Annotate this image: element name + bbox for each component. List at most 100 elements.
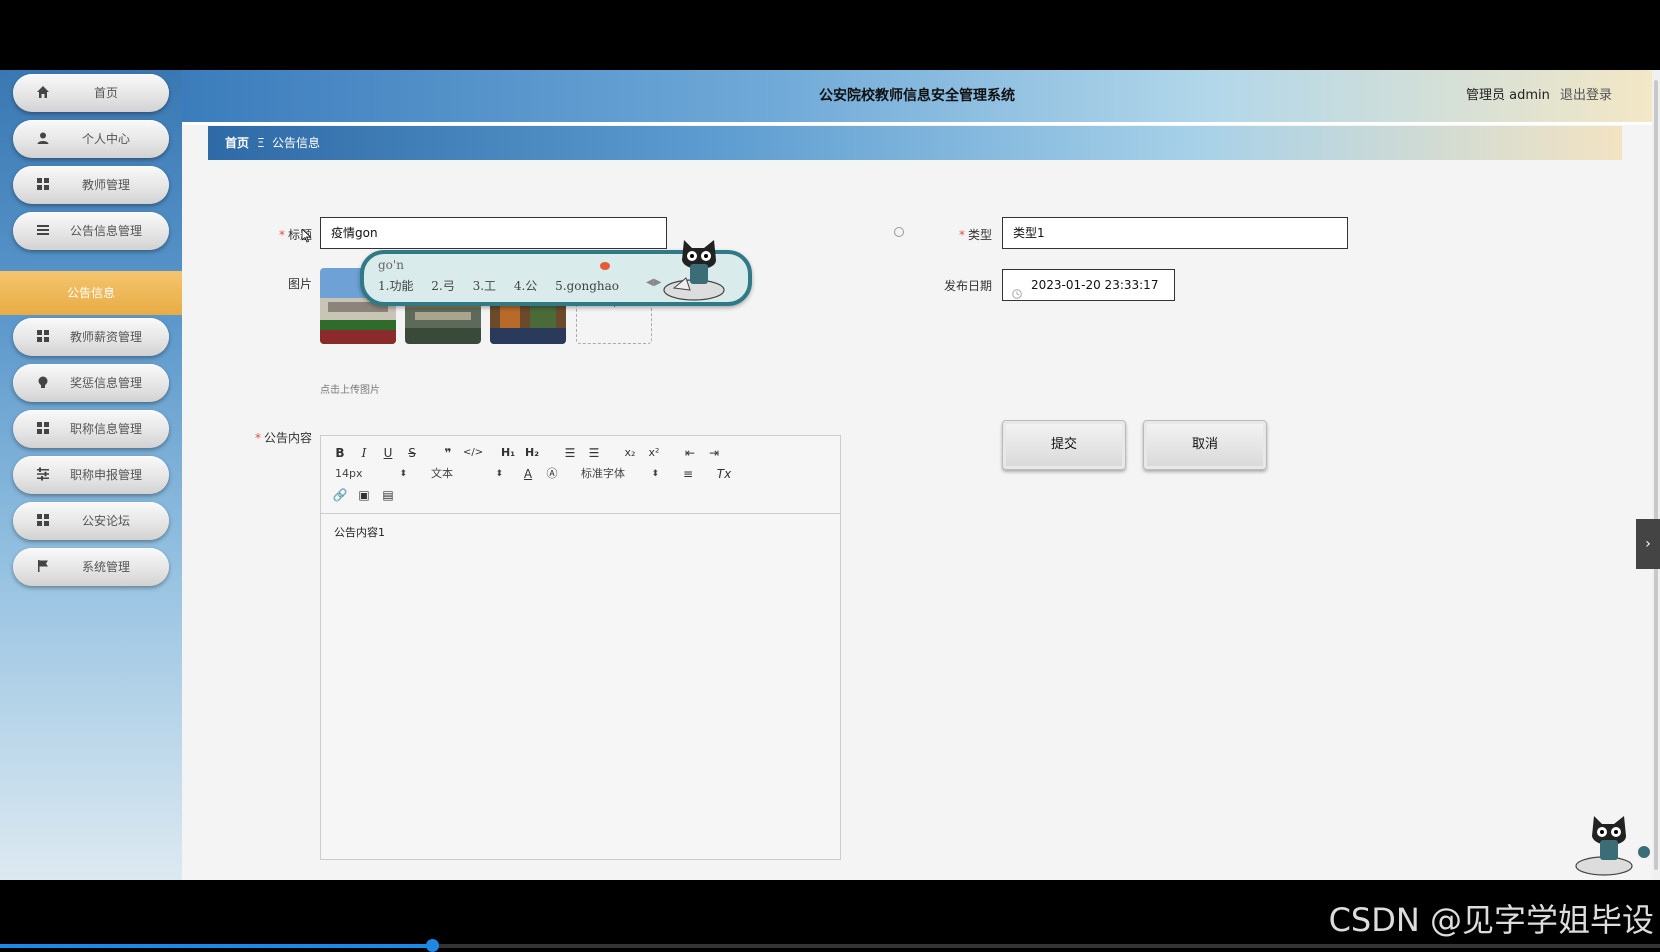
- sidebar-item-reward-management[interactable]: 奖惩信息管理: [13, 364, 169, 402]
- logout-link[interactable]: 退出登录: [1560, 88, 1612, 103]
- ime-candidate[interactable]: 3.工: [473, 279, 496, 293]
- link-icon[interactable]: 🔗: [331, 487, 349, 503]
- ime-candidate[interactable]: 4.公: [514, 279, 537, 293]
- video-progress-fill: [0, 944, 432, 948]
- ime-candidate[interactable]: 1.功能: [378, 279, 413, 293]
- sidebar-item-personal-center[interactable]: 个人中心: [13, 120, 169, 158]
- blockquote-icon[interactable]: ❞: [439, 445, 457, 461]
- title-input[interactable]: 疫情gon: [320, 217, 667, 249]
- date-label: 发布日期: [943, 279, 992, 293]
- sidebar-subitem-notice-info[interactable]: 公告信息: [0, 271, 182, 315]
- scrollbar-thumb[interactable]: [1654, 80, 1658, 870]
- italic-icon[interactable]: I: [355, 445, 373, 461]
- outdent-icon[interactable]: ⇤: [681, 445, 699, 461]
- sidebar-item-label: 教师薪资管理: [69, 330, 142, 344]
- header-divider: [182, 122, 1652, 125]
- radio-indicator-icon: [894, 227, 904, 237]
- indent-icon[interactable]: ⇥: [705, 445, 723, 461]
- home-icon: [35, 85, 51, 101]
- date-value: 2023-01-20 23:33:17: [1031, 278, 1159, 292]
- heading1-icon[interactable]: H₁: [499, 445, 517, 461]
- bold-icon[interactable]: B: [331, 445, 349, 461]
- type-label: * 类型: [958, 228, 992, 242]
- block-type-select[interactable]: 文本 ⬍: [431, 466, 503, 482]
- code-icon[interactable]: </>: [463, 445, 483, 461]
- background-color-icon[interactable]: Ⓐ: [543, 466, 561, 482]
- current-user: 管理员 admin: [1465, 88, 1550, 103]
- date-picker-input[interactable]: 2023-01-20 23:33:17: [1002, 269, 1175, 301]
- cancel-button[interactable]: 取消: [1143, 420, 1267, 470]
- app-window: 首页 个人中心 教师管理 公告信息管理 公告信息 教师薪资管理 奖惩信息管理 职…: [0, 70, 1660, 880]
- sidebar-item-system-management[interactable]: 系统管理: [13, 548, 169, 586]
- select-arrows-icon: ⬍: [495, 469, 503, 479]
- cat-mascot-icon: [656, 238, 746, 308]
- font-color-icon[interactable]: A: [519, 466, 537, 482]
- sliders-icon: [35, 467, 51, 483]
- top-header: 公安院校教师信息安全管理系统 管理员 admin 退出登录: [182, 70, 1652, 122]
- underline-icon[interactable]: U: [379, 445, 397, 461]
- system-title: 公安院校教师信息安全管理系统: [819, 88, 1015, 104]
- submit-button[interactable]: 提交: [1002, 420, 1126, 470]
- content-label: * 公告内容: [254, 431, 312, 445]
- subscript-icon[interactable]: x₂: [621, 445, 639, 461]
- superscript-icon[interactable]: x²: [645, 445, 663, 461]
- grid-icon: [35, 329, 51, 345]
- breadcrumb-home[interactable]: 首页: [225, 126, 249, 160]
- sidebar-item-home[interactable]: 首页: [13, 74, 169, 112]
- ime-composition: go'n: [378, 258, 404, 272]
- clear-format-icon[interactable]: Tx: [715, 466, 733, 482]
- strikethrough-icon[interactable]: S: [403, 445, 421, 461]
- sidebar-item-label: 奖惩信息管理: [69, 376, 142, 390]
- bullet-list-icon[interactable]: ☰: [585, 445, 603, 461]
- grid-icon: [35, 513, 51, 529]
- sidebar-item-label: 系统管理: [81, 560, 130, 574]
- upload-hint: 点击上传图片: [320, 385, 380, 396]
- sidebar-item-forum[interactable]: 公安论坛: [13, 502, 169, 540]
- breadcrumb-current: 公告信息: [272, 136, 321, 150]
- grid-icon: [35, 421, 51, 437]
- sidebar-item-title-apply-management[interactable]: 职称申报管理: [13, 456, 169, 494]
- ime-candidate[interactable]: 5.gonghao: [555, 279, 619, 293]
- sidebar-item-title-info-management[interactable]: 职称信息管理: [13, 410, 169, 448]
- grid-icon: [35, 177, 51, 193]
- breadcrumb: 首页 Ξ 公告信息: [208, 126, 1622, 160]
- font-size-select[interactable]: 14px ⬍: [335, 466, 407, 482]
- sidebar-item-label: 个人中心: [81, 132, 130, 146]
- sidebar-item-label: 公安论坛: [81, 514, 130, 528]
- user-info: 管理员 admin 退出登录: [1466, 70, 1612, 122]
- align-icon[interactable]: ≡: [679, 466, 697, 482]
- editor-content[interactable]: 公告内容1: [334, 524, 385, 540]
- sidebar-item-label: 首页: [93, 86, 118, 100]
- font-family-select[interactable]: 标准字体 ⬍: [581, 466, 659, 482]
- video-icon[interactable]: ▤: [379, 487, 397, 503]
- select-arrows-icon: ⬍: [651, 469, 659, 479]
- clock-icon: [1012, 280, 1022, 299]
- editor-toolbar: B I U S ❞ </> H₁ H₂ ☰ ☰ x₂ x² ⇤ ⇥ 14px ⬍ …: [321, 436, 840, 514]
- ime-candidate-list: 1.功能 2.弓 3.工 4.公 5.gonghao: [378, 277, 633, 294]
- breadcrumb-separator: Ξ: [257, 136, 265, 150]
- sidebar-item-label: 职称申报管理: [69, 468, 142, 482]
- video-progress-handle[interactable]: [426, 939, 439, 952]
- side-panel-toggle-icon[interactable]: ›: [1636, 519, 1660, 569]
- type-select[interactable]: 类型1: [1002, 217, 1348, 249]
- rich-text-editor: B I U S ❞ </> H₁ H₂ ☰ ☰ x₂ x² ⇤ ⇥ 14px ⬍ …: [320, 435, 841, 860]
- user-icon: [35, 131, 51, 147]
- select-arrows-icon: ⬍: [399, 469, 407, 479]
- image-icon[interactable]: ▣: [355, 487, 373, 503]
- sidebar: 首页 个人中心 教师管理 公告信息管理 公告信息 教师薪资管理 奖惩信息管理 职…: [0, 70, 182, 880]
- list-icon: [35, 223, 51, 239]
- ime-candidate[interactable]: 2.弓: [431, 279, 454, 293]
- image-label: 图片: [287, 277, 312, 291]
- watermark-text: CSDN @见字学姐毕设: [1328, 901, 1654, 939]
- sidebar-item-teacher-management[interactable]: 教师管理: [13, 166, 169, 204]
- sidebar-item-salary-management[interactable]: 教师薪资管理: [13, 318, 169, 356]
- ime-status-icon: [600, 262, 610, 270]
- sidebar-item-label: 职称信息管理: [69, 422, 142, 436]
- flag-icon: [35, 559, 51, 575]
- ordered-list-icon[interactable]: ☰: [561, 445, 579, 461]
- heading2-icon[interactable]: H₂: [523, 445, 541, 461]
- bulb-icon: [35, 375, 51, 391]
- cat-mascot-icon: [1568, 812, 1652, 880]
- sidebar-item-notice-management[interactable]: 公告信息管理: [13, 212, 169, 250]
- mouse-cursor-icon: [301, 228, 312, 243]
